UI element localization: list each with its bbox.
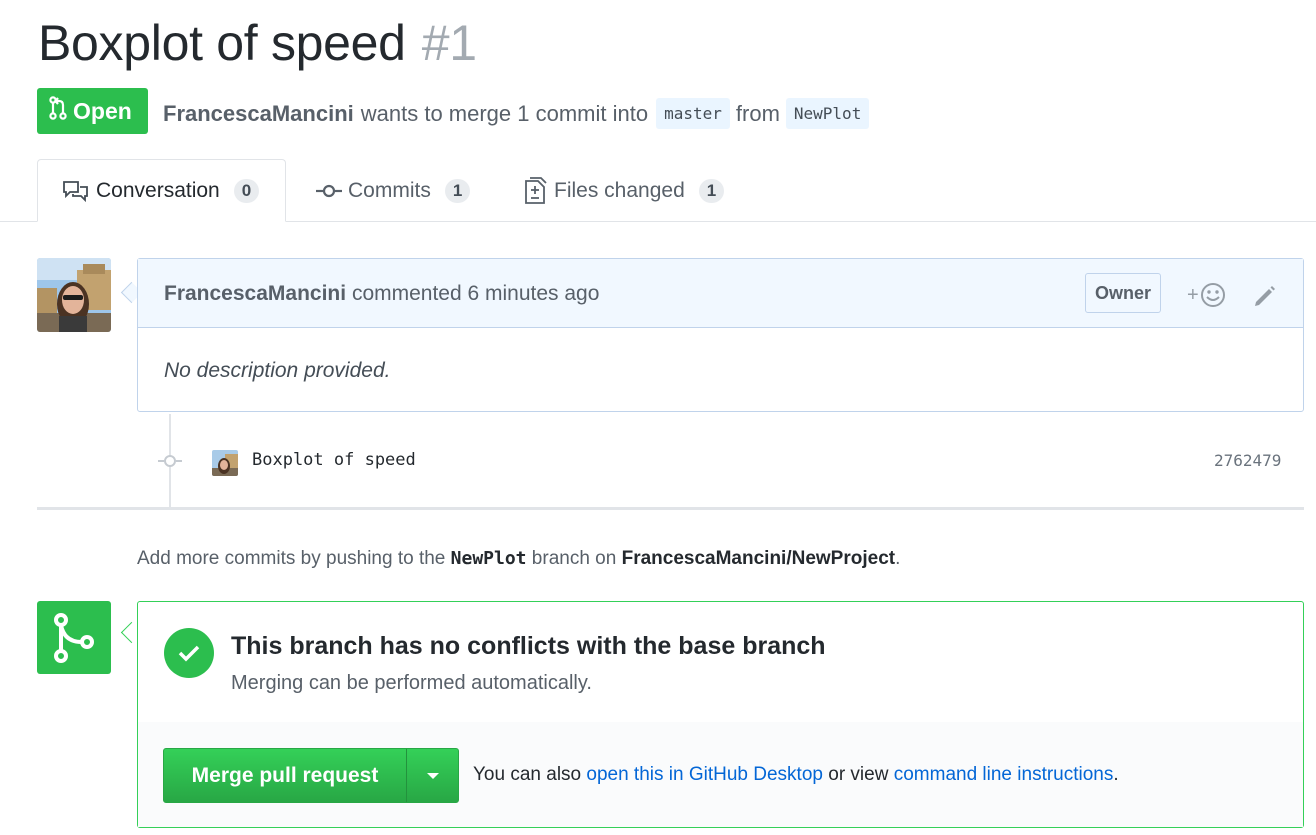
help-prefix: Add more commits by pushing to the (137, 548, 446, 569)
owner-badge: Owner (1085, 273, 1162, 313)
git-merge-icon (52, 612, 96, 664)
pr-title: Boxplot of speed #1 (38, 14, 477, 72)
pr-author-link[interactable]: FrancescaMancini (163, 101, 354, 127)
commit-author-avatar[interactable] (212, 450, 238, 476)
tab-commits-label: Commits (348, 178, 431, 202)
tab-files-changed[interactable]: Files changed 1 (524, 159, 725, 222)
merge-status-subtitle: Merging can be performed automatically. (231, 672, 592, 694)
timeline-separator (37, 507, 1304, 510)
merge-button-group: Merge pull request (163, 748, 459, 803)
tab-files-changed-count: 1 (698, 178, 725, 203)
merge-alternatives: You can also open this in GitHub Desktop… (473, 764, 1119, 786)
alt-prefix: You can also (473, 764, 582, 785)
merge-status-icon-box (37, 601, 111, 674)
pr-state-label: Open (73, 97, 132, 124)
push-help-text: Add more commits by pushing to the NewPl… (137, 548, 900, 570)
add-reaction-button[interactable]: + (1187, 281, 1227, 309)
pr-meta: FrancescaMancini wants to merge 1 commit… (163, 98, 875, 129)
comment-box: FrancescaMancini commented 6 minutes ago… (137, 258, 1304, 412)
diff-icon (524, 176, 548, 205)
pr-number: #1 (421, 15, 477, 71)
from-text: from (735, 100, 780, 126)
pencil-icon[interactable] (1252, 283, 1278, 314)
base-branch-ref[interactable]: master (656, 98, 730, 129)
merge-actions: Merge pull request You can also open thi… (138, 722, 1303, 827)
alt-middle: or view (828, 764, 889, 785)
pr-summary: wants to merge 1 commit into (360, 100, 649, 126)
commit-message-link[interactable]: Boxplot of speed (252, 450, 416, 470)
comment-body: No description provided. (164, 359, 391, 382)
pr-state-badge: Open (37, 88, 148, 134)
check-circle-icon (164, 628, 214, 678)
alt-suffix: . (1113, 764, 1119, 785)
git-commit-icon (158, 451, 182, 476)
tab-conversation[interactable]: Conversation 0 (37, 159, 286, 222)
comment-header: FrancescaMancini commented 6 minutes ago… (138, 259, 1303, 328)
merge-status-title: This branch has no conflicts with the ba… (231, 632, 826, 660)
help-branch: NewPlot (450, 548, 527, 569)
git-pull-request-icon (49, 96, 67, 126)
help-middle: branch on (531, 548, 617, 569)
comment-action[interactable]: commented 6 minutes ago (352, 282, 599, 305)
comment-header-text: FrancescaMancini commented 6 minutes ago (164, 282, 599, 306)
comment-author[interactable]: FrancescaMancini (164, 282, 346, 305)
tab-commits[interactable]: Commits 1 (316, 159, 471, 222)
help-repo: FrancescaMancini/NewProject (621, 548, 896, 569)
smiley-icon (1199, 281, 1227, 309)
tab-files-changed-label: Files changed (554, 178, 685, 202)
open-in-desktop-link[interactable]: open this in GitHub Desktop (586, 764, 823, 785)
comment-discussion-icon (62, 179, 90, 203)
merge-box: This branch has no conflicts with the ba… (137, 601, 1304, 828)
merge-pull-request-button[interactable]: Merge pull request (164, 749, 407, 802)
tab-commits-count: 1 (444, 178, 471, 203)
avatar[interactable] (37, 258, 111, 332)
caret-down-icon (426, 772, 440, 780)
help-suffix: . (895, 548, 901, 569)
reaction-plus: + (1187, 283, 1199, 306)
git-commit-icon (316, 181, 342, 201)
tab-conversation-label: Conversation (96, 178, 220, 202)
commit-sha-link[interactable]: 2762479 (1214, 451, 1281, 470)
pr-title-text: Boxplot of speed (38, 15, 406, 71)
head-branch-ref[interactable]: NewPlot (785, 98, 870, 129)
command-line-instructions-link[interactable]: command line instructions (894, 764, 1114, 785)
tab-conversation-count: 0 (233, 178, 260, 203)
merge-method-dropdown[interactable] (407, 749, 458, 802)
merge-status: This branch has no conflicts with the ba… (138, 602, 1303, 723)
